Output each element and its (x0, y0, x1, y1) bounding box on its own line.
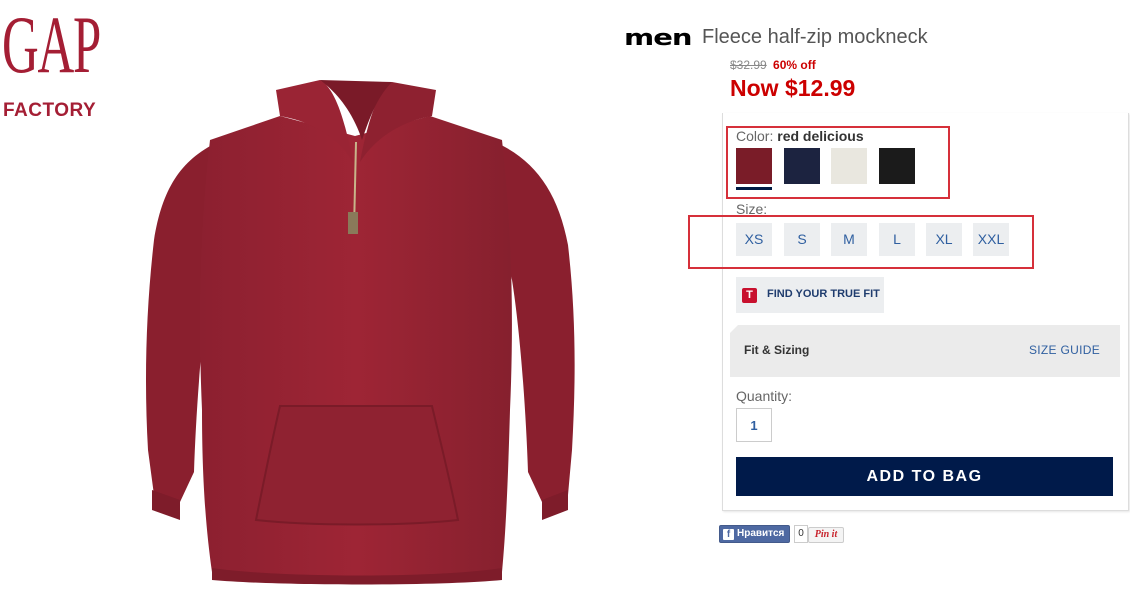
logo-factory-text: FACTORY (3, 100, 97, 121)
original-price: $32.99 (730, 58, 767, 72)
facebook-like-label: Нравится (737, 528, 785, 539)
product-name: Fleece half-zip mockneck (702, 25, 928, 48)
truefit-icon: T (742, 288, 757, 303)
quantity-label: Quantity: (736, 388, 793, 404)
quantity-input[interactable]: 1 (736, 408, 772, 442)
facebook-like-count: 0 (794, 525, 808, 543)
fit-sizing-title: Fit & Sizing (744, 343, 810, 357)
add-to-bag-button[interactable]: ADD TO BAG (736, 457, 1113, 496)
gap-factory-logo[interactable]: GAP FACTORY (2, 2, 122, 122)
discount-label: 60% off (773, 58, 816, 72)
fit-sizing-bar: Fit & Sizing SIZE GUIDE (730, 325, 1120, 377)
truefit-label: FIND YOUR TRUE FIT (767, 288, 880, 300)
sale-price: Now $12.99 (730, 75, 856, 101)
pinterest-button[interactable]: Pin it (808, 527, 844, 543)
product-title: men Fleece half-zip mockneck (624, 22, 928, 52)
find-true-fit-button[interactable]: T FIND YOUR TRUE FIT (736, 277, 884, 313)
size-guide-link[interactable]: SIZE GUIDE (1029, 343, 1100, 357)
facebook-icon: f (723, 529, 734, 540)
price-info: $32.99 60% off (730, 58, 816, 72)
fit-bar-notch (730, 325, 738, 333)
product-image (146, 80, 575, 585)
size-highlight-box (688, 215, 1034, 269)
facebook-like-button[interactable]: f Нравится (719, 525, 790, 543)
logo-gap-text: GAP (2, 0, 101, 90)
color-highlight-box (726, 126, 950, 199)
department-label: men (624, 23, 693, 51)
